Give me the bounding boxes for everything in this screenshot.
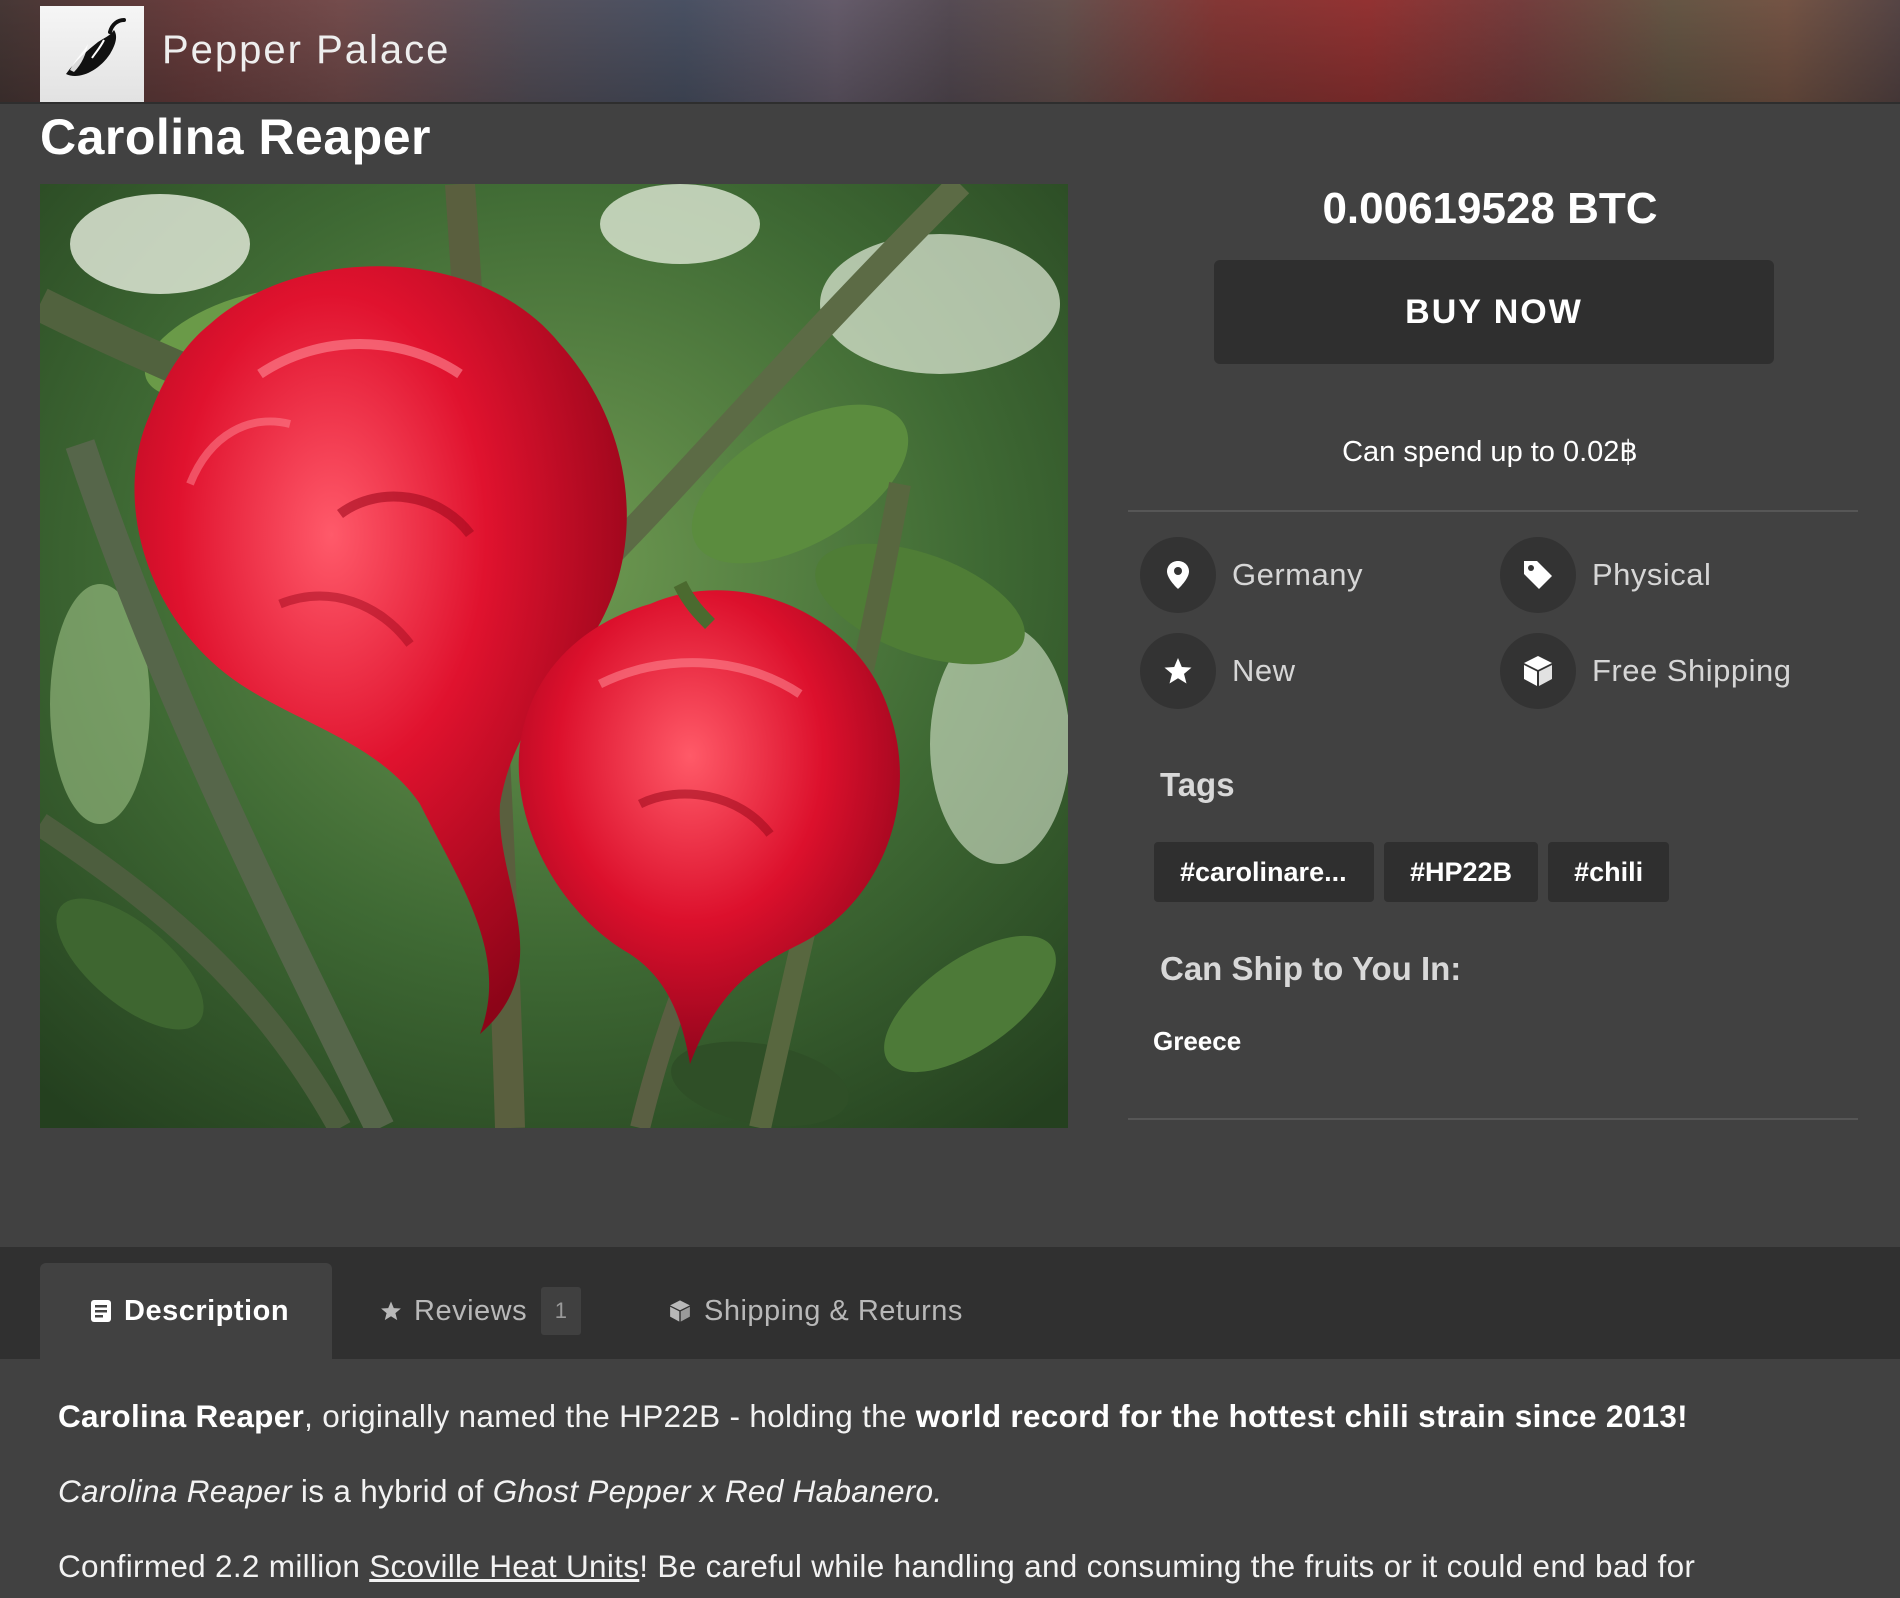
review-count-badge: 1 — [541, 1287, 582, 1335]
product-description: Carolina Reaper, originally named the HP… — [58, 1398, 1858, 1598]
document-icon — [90, 1299, 112, 1323]
ship-to-heading: Can Ship to You In: — [1160, 950, 1462, 987]
ship-to-country: Greece — [1153, 1026, 1242, 1056]
description-bold-text: world record for the hottest chili strai… — [915, 1398, 1688, 1434]
tab-shipping-returns[interactable]: Shipping & Returns — [668, 1263, 963, 1359]
tab-reviews-label: Reviews — [414, 1294, 528, 1327]
feature-type: Physical — [1500, 537, 1711, 613]
divider — [1128, 1118, 1858, 1120]
tag-chip[interactable]: #HP22B — [1384, 842, 1539, 902]
tag-chip[interactable]: #carolinare... — [1154, 842, 1374, 902]
scoville-link[interactable]: Scoville Heat Units — [369, 1548, 639, 1584]
description-bold-text: Carolina Reaper — [58, 1398, 305, 1434]
description-italic-text: Carolina Reaper — [58, 1473, 292, 1509]
tab-shipping-returns-label: Shipping & Returns — [704, 1294, 963, 1327]
buy-now-button[interactable]: BUY NOW — [1214, 260, 1774, 364]
feature-location: Germany — [1140, 537, 1363, 613]
description-paragraph: Carolina Reaper is a hybrid of Ghost Pep… — [58, 1473, 1858, 1510]
star-icon — [1140, 633, 1216, 709]
store-name[interactable]: Pepper Palace — [162, 28, 450, 73]
tag-chip[interactable]: #chili — [1548, 842, 1670, 902]
description-text: ! Be careful while handling and consumin… — [639, 1548, 1696, 1584]
chili-pepper-icon — [66, 18, 126, 76]
tags-heading: Tags — [1160, 766, 1235, 803]
feature-condition: New — [1140, 633, 1296, 709]
description-italic-text: Ghost Pepper x Red Habanero. — [492, 1473, 943, 1509]
description-text: is a hybrid of — [291, 1473, 493, 1509]
product-image[interactable] — [40, 184, 1068, 1128]
feature-shipping: Free Shipping — [1500, 633, 1792, 709]
feature-type-label: Physical — [1592, 557, 1712, 592]
description-text: Confirmed 2.2 million — [58, 1548, 370, 1584]
description-paragraph: Confirmed 2.2 million Scoville Heat Unit… — [58, 1548, 1858, 1585]
description-text: , originally named the HP22B - holding t… — [304, 1398, 916, 1434]
star-icon — [380, 1300, 402, 1322]
feature-condition-label: New — [1232, 653, 1296, 688]
tag-list: #carolinare... #HP22B #chili — [1154, 842, 1670, 902]
product-title: Carolina Reaper — [40, 109, 431, 165]
map-pin-icon — [1140, 537, 1216, 613]
feature-location-label: Germany — [1232, 557, 1363, 592]
tab-reviews[interactable]: Reviews 1 — [380, 1263, 582, 1359]
spend-limit-text: Can spend up to 0.02฿ — [1342, 436, 1638, 468]
tab-bar: Description Reviews 1 Shipping & Returns — [0, 1247, 1900, 1359]
description-paragraph: Carolina Reaper, originally named the HP… — [58, 1398, 1858, 1435]
store-logo[interactable] — [40, 6, 144, 102]
box-icon — [1500, 633, 1576, 709]
tab-description-label: Description — [124, 1294, 290, 1327]
divider — [1128, 510, 1858, 512]
feature-shipping-label: Free Shipping — [1592, 653, 1792, 688]
tab-description[interactable]: Description — [40, 1263, 332, 1359]
product-price: 0.00619528 BTC — [1322, 184, 1658, 233]
box-icon — [668, 1299, 692, 1323]
tag-icon — [1500, 537, 1576, 613]
